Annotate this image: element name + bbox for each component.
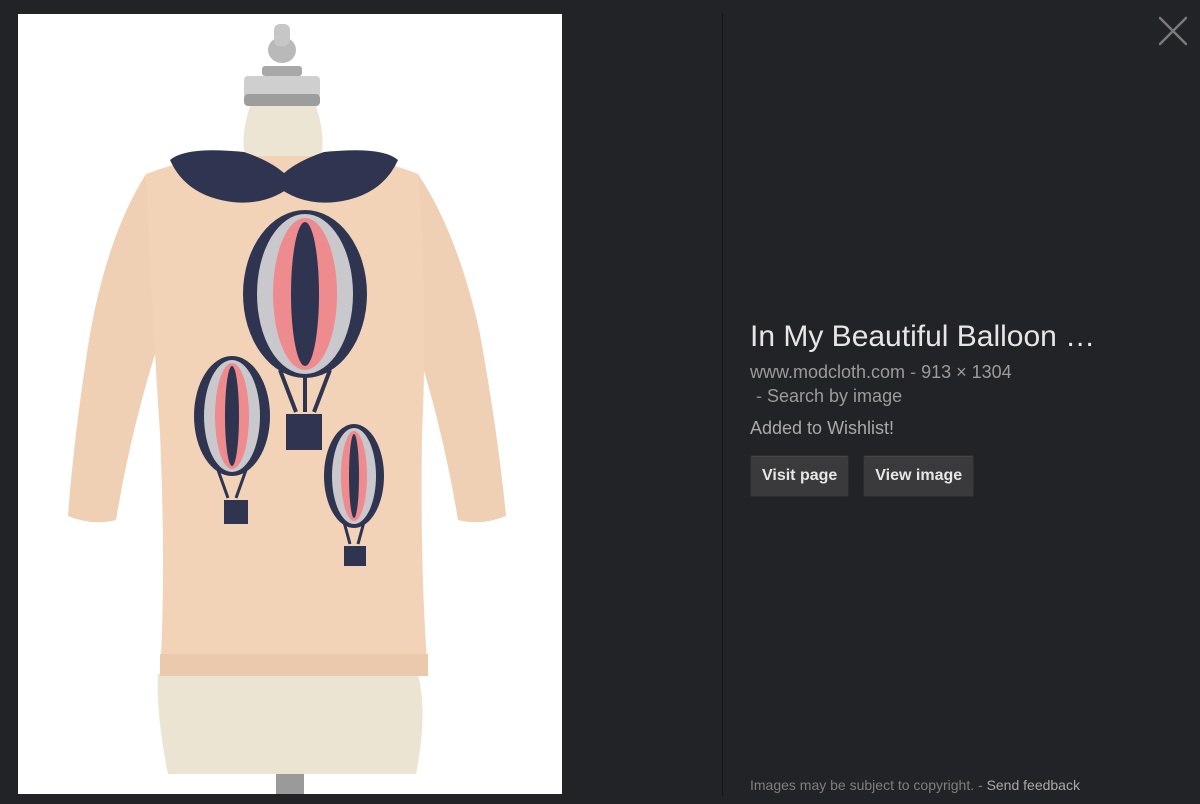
- image-meta: www.modcloth.com - 913 × 1304 - Search b…: [750, 360, 1170, 408]
- image-title[interactable]: In My Beautiful Balloon …: [750, 318, 1170, 356]
- action-buttons: Visit page View image: [750, 455, 1170, 497]
- close-button[interactable]: [1156, 14, 1190, 48]
- visit-page-button[interactable]: Visit page: [750, 455, 850, 497]
- footer-separator: -: [978, 777, 983, 793]
- copyright-notice: Images may be subject to copyright.: [750, 777, 975, 793]
- close-icon: [1158, 16, 1188, 46]
- view-image-button[interactable]: View image: [863, 455, 975, 497]
- search-by-image-link[interactable]: Search by image: [767, 386, 902, 406]
- preview-image[interactable]: [18, 14, 562, 794]
- source-site-link[interactable]: www.modcloth.com: [750, 362, 905, 382]
- panel-divider: [722, 14, 723, 796]
- wishlist-status: Added to Wishlist!: [750, 418, 895, 438]
- sweater-image: [68, 24, 506, 794]
- meta-separator: -: [756, 386, 762, 406]
- image-dimensions: 913 × 1304: [921, 362, 1012, 382]
- meta-separator: -: [910, 362, 917, 382]
- image-info-panel: In My Beautiful Balloon … www.modcloth.c…: [750, 318, 1170, 497]
- footer: Images may be subject to copyright. - Se…: [750, 777, 1080, 793]
- send-feedback-link[interactable]: Send feedback: [987, 777, 1080, 793]
- image-viewer: In My Beautiful Balloon … www.modcloth.c…: [0, 0, 1200, 804]
